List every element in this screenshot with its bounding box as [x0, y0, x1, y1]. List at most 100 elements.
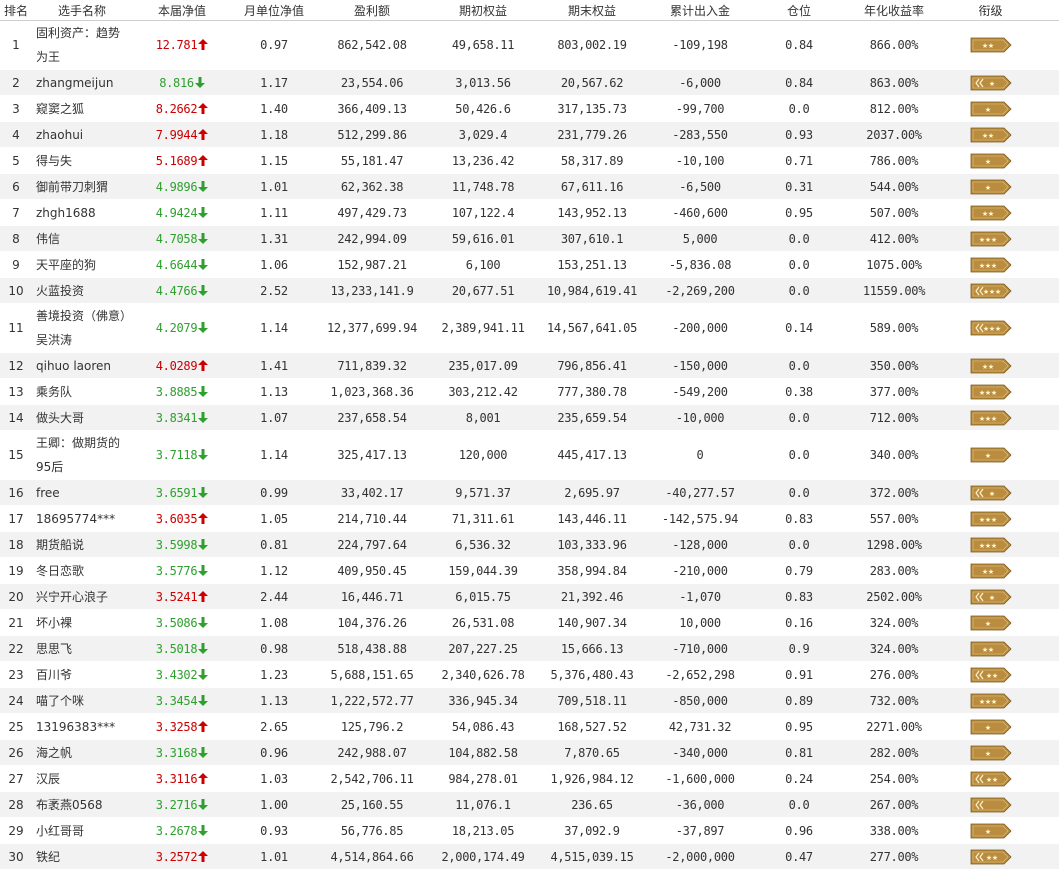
- svg-text:★: ★: [984, 184, 990, 192]
- army-cell: 预备役: [1037, 505, 1059, 532]
- header-end-equity[interactable]: 期末权益: [538, 0, 646, 21]
- rank-cell: 27: [0, 765, 32, 792]
- player-name[interactable]: zhangmeijun: [32, 69, 132, 96]
- end-equity-cell: 4,515,039.15: [538, 843, 646, 870]
- nav-cell: 3.5998: [132, 531, 232, 558]
- grade-badge: ★ ★ ★: [944, 505, 1037, 532]
- nav-cell: 12.781: [132, 20, 232, 70]
- player-name[interactable]: 兴宁开心浪子: [32, 583, 132, 610]
- arrow-down-icon: [198, 486, 209, 498]
- annual-cell: 412.00%: [844, 225, 944, 252]
- rank-cell: 8: [0, 225, 32, 252]
- player-name[interactable]: 得与失: [32, 147, 132, 174]
- svg-text:★: ★: [994, 325, 1000, 333]
- player-name[interactable]: 天平座的狗: [32, 251, 132, 278]
- nav-cell: 4.7058: [132, 225, 232, 252]
- player-name[interactable]: 期货船说: [32, 531, 132, 558]
- header-army[interactable]: 军种: [1037, 0, 1059, 21]
- army-cell: 预备役: [1037, 251, 1059, 278]
- flow-cell: -150,000: [646, 352, 754, 379]
- player-name[interactable]: 乘务队: [32, 378, 132, 405]
- rank-insignia-icon: ★ ★ ★: [970, 283, 1012, 298]
- profit-cell: 242,988.07: [316, 739, 428, 766]
- rank-insignia-icon: ★: [970, 101, 1012, 116]
- end-equity-cell: 317,135.73: [538, 95, 646, 122]
- player-name[interactable]: 冬日恋歌: [32, 557, 132, 584]
- player-name[interactable]: 小红哥哥: [32, 817, 132, 844]
- nav-cell: 4.0289: [132, 352, 232, 379]
- rank-insignia-icon: ★ ★ ★: [970, 257, 1012, 272]
- header-annual[interactable]: 年化收益率: [844, 0, 944, 21]
- player-name[interactable]: 善境投资（佛意）吴洪涛: [32, 303, 132, 353]
- player-name[interactable]: 固利资产：趋势为王: [32, 20, 132, 70]
- flow-cell: -850,000: [646, 687, 754, 714]
- end-equity-cell: 37,092.9: [538, 817, 646, 844]
- header-rank[interactable]: 排名: [0, 0, 32, 21]
- annual-cell: 557.00%: [844, 505, 944, 532]
- player-name[interactable]: zhaohui: [32, 121, 132, 148]
- player-name[interactable]: qihuo laoren: [32, 352, 132, 379]
- rank-insignia-icon: ★: [970, 75, 1012, 90]
- svg-text:★: ★: [987, 646, 993, 654]
- rank-insignia-icon: ★ ★ ★: [970, 693, 1012, 708]
- rank-cell: 9: [0, 251, 32, 278]
- ranking-table: 排名 选手名称 本届净值 月单位净值 盈利额 期初权益 期末权益 累计出入金 仓…: [0, 0, 1059, 870]
- player-name[interactable]: 王卿：做期货的95后: [32, 430, 132, 480]
- army-cell: 陆军: [1037, 199, 1059, 226]
- player-name[interactable]: 坏小裸: [32, 609, 132, 636]
- header-name[interactable]: 选手名称: [32, 0, 132, 21]
- player-name[interactable]: 伟信: [32, 225, 132, 252]
- rank-insignia-icon: ★: [970, 745, 1012, 760]
- rank-cell: 22: [0, 635, 32, 662]
- player-name[interactable]: 铁纪: [32, 843, 132, 870]
- arrow-down-icon: [198, 449, 209, 460]
- month-nav-cell: 2.52: [232, 277, 316, 304]
- header-month-nav[interactable]: 月单位净值: [232, 0, 316, 21]
- player-name[interactable]: 汉辰: [32, 765, 132, 792]
- player-name[interactable]: 思思飞: [32, 635, 132, 662]
- grade-badge: ★ ★ ★: [944, 303, 1037, 353]
- player-name[interactable]: 做头大哥: [32, 404, 132, 431]
- header-grade[interactable]: 衔级: [944, 0, 1037, 21]
- svg-text:★: ★: [984, 106, 990, 114]
- start-equity-cell: 59,616.01: [428, 225, 538, 252]
- player-name[interactable]: 喵了个咪: [32, 687, 132, 714]
- rank-insignia-icon: ★ ★ ★: [970, 410, 1012, 425]
- start-equity-cell: 207,227.25: [428, 635, 538, 662]
- nav-value: 3.3258: [155, 719, 198, 734]
- nav-value: 8.2662: [155, 101, 198, 116]
- nav-cell: 3.3168: [132, 739, 232, 766]
- flow-cell: -2,269,200: [646, 277, 754, 304]
- start-equity-cell: 235,017.09: [428, 352, 538, 379]
- player-name[interactable]: 布袤燕0568: [32, 791, 132, 818]
- player-name[interactable]: 海之帆: [32, 739, 132, 766]
- nav-value: 3.5241: [155, 589, 198, 604]
- arrow-down-icon: [198, 694, 209, 706]
- annual-cell: 589.00%: [844, 303, 944, 353]
- player-name[interactable]: 13196383***: [32, 713, 132, 740]
- player-name[interactable]: 18695774***: [32, 505, 132, 532]
- header-start-equity[interactable]: 期初权益: [428, 0, 538, 21]
- end-equity-cell: 803,002.19: [538, 20, 646, 70]
- start-equity-cell: 104,882.58: [428, 739, 538, 766]
- rank-insignia-icon: ★: [970, 719, 1012, 734]
- header-profit[interactable]: 盈利额: [316, 0, 428, 21]
- header-nav[interactable]: 本届净值: [132, 0, 232, 21]
- header-flow[interactable]: 累计出入金: [646, 0, 754, 21]
- annual-cell: 11559.00%: [844, 277, 944, 304]
- nav-value: 3.8885: [155, 384, 198, 399]
- player-name[interactable]: 窥窦之狐: [32, 95, 132, 122]
- profit-cell: 242,994.09: [316, 225, 428, 252]
- nav-cell: 3.2678: [132, 817, 232, 844]
- player-name[interactable]: zhgh1688: [32, 199, 132, 226]
- player-name[interactable]: 火蓝投资: [32, 277, 132, 304]
- start-equity-cell: 2,000,174.49: [428, 843, 538, 870]
- player-name[interactable]: 百川爷: [32, 661, 132, 688]
- player-name[interactable]: 御前带刀刺猬: [32, 173, 132, 200]
- month-nav-cell: 1.23: [232, 661, 316, 688]
- nav-value: 4.4766: [155, 283, 198, 298]
- flow-cell: 10,000: [646, 609, 754, 636]
- header-position[interactable]: 仓位: [754, 0, 844, 21]
- player-name[interactable]: free: [32, 479, 132, 506]
- end-equity-cell: 20,567.62: [538, 69, 646, 96]
